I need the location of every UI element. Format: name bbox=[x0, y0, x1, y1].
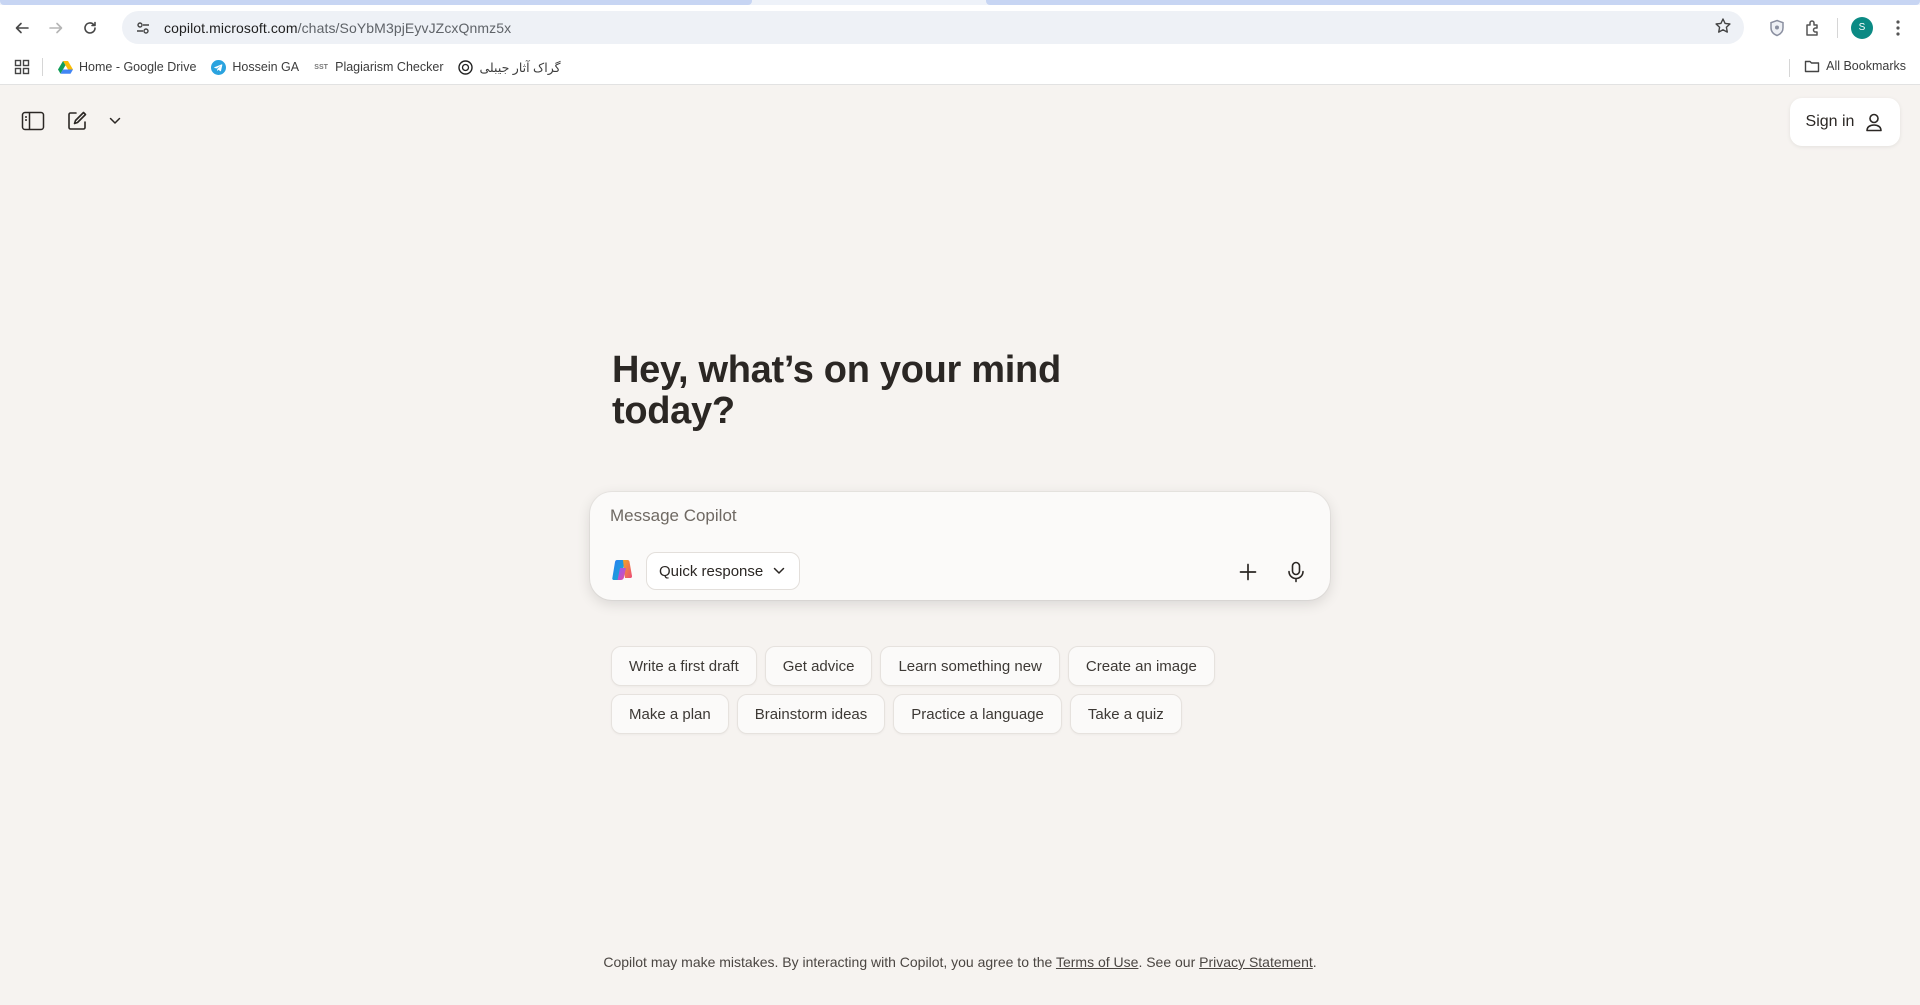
response-mode-dropdown[interactable]: Quick response bbox=[646, 552, 801, 590]
disclaimer-text: Copilot may make mistakes. By interactin… bbox=[603, 954, 1053, 970]
chevron-down-icon bbox=[773, 567, 785, 574]
suggestion-chip[interactable]: Learn something new bbox=[880, 646, 1060, 686]
suggestion-chip[interactable]: Create an image bbox=[1067, 646, 1215, 686]
bookmark-label: Hossein GA bbox=[232, 60, 300, 74]
browser-menu-button[interactable] bbox=[1880, 10, 1916, 46]
suggestion-chip[interactable]: Write a first draft bbox=[611, 646, 757, 686]
bookmarks-bar: Home - Google Drive Hossein GA SST Plagi… bbox=[0, 50, 1920, 85]
profile-button[interactable]: S bbox=[1844, 10, 1880, 46]
new-chat-options-button[interactable] bbox=[106, 106, 124, 136]
bookmark-star-icon[interactable] bbox=[1714, 17, 1732, 40]
privacy-statement-link[interactable]: Privacy Statement bbox=[1199, 954, 1313, 970]
apps-grid-icon bbox=[14, 59, 30, 75]
copilot-page: Sign in Hey, what’s on your mind today? … bbox=[0, 86, 1920, 1005]
bookmark-ghibli[interactable]: گراک آثار جیبلی bbox=[457, 59, 561, 75]
reload-button[interactable] bbox=[73, 11, 107, 45]
message-input[interactable] bbox=[610, 506, 1290, 526]
chevron-down-icon bbox=[109, 117, 121, 124]
bookmarks-divider bbox=[42, 58, 43, 76]
sst-icon: SST bbox=[314, 63, 328, 71]
top-left-toolbar bbox=[18, 106, 124, 136]
arrow-left-icon bbox=[15, 22, 29, 33]
suggestion-chip[interactable]: Take a quiz bbox=[1069, 694, 1182, 734]
new-chat-button[interactable] bbox=[62, 106, 92, 136]
bookmark-google-drive[interactable]: Home - Google Drive bbox=[57, 59, 196, 75]
url-path: /chats/SoYbM3pjEyvJZcxQnmz5x bbox=[297, 19, 512, 36]
disclaimer-footer: Copilot may make mistakes. By interactin… bbox=[0, 954, 1920, 970]
address-bar[interactable]: copilot.microsoft.com/chats/SoYbM3pjEyvJ… bbox=[122, 11, 1744, 44]
disclaimer-text: . bbox=[1312, 954, 1317, 970]
suggestion-row: Make a plan Brainstorm ideas Practice a … bbox=[611, 694, 1311, 734]
bookmark-plagiarism-checker[interactable]: SST Plagiarism Checker bbox=[313, 59, 443, 75]
add-attachment-button[interactable] bbox=[1232, 556, 1264, 588]
url-text: copilot.microsoft.com/chats/SoYbM3pjEyvJ… bbox=[164, 20, 511, 36]
copilot-logo-icon bbox=[612, 560, 633, 580]
suggestion-chip[interactable]: Get advice bbox=[764, 646, 873, 686]
sign-in-button[interactable]: Sign in bbox=[1790, 98, 1900, 146]
browser-toolbar: copilot.microsoft.com/chats/SoYbM3pjEyvJ… bbox=[0, 5, 1920, 50]
forward-button[interactable] bbox=[39, 11, 73, 45]
disclaimer-text: . See our bbox=[1138, 954, 1196, 970]
bookmark-label: Home - Google Drive bbox=[79, 60, 197, 74]
page-title: Hey, what’s on your mind today? bbox=[612, 349, 1061, 432]
toggle-sidebar-button[interactable] bbox=[18, 106, 48, 136]
bookmark-label: گراک آثار جیبلی bbox=[479, 60, 561, 75]
extensions-puzzle-icon[interactable] bbox=[1795, 10, 1831, 46]
suggestion-chips: Write a first draft Get advice Learn som… bbox=[611, 646, 1311, 742]
sign-in-label: Sign in bbox=[1805, 113, 1855, 130]
bookmark-label: Plagiarism Checker bbox=[335, 60, 444, 74]
terms-of-use-link[interactable]: Terms of Use bbox=[1056, 954, 1138, 970]
voice-input-button[interactable] bbox=[1280, 556, 1312, 588]
google-drive-icon bbox=[57, 59, 73, 75]
toolbar-right: S bbox=[1759, 5, 1920, 50]
extension-shield-icon[interactable] bbox=[1759, 10, 1795, 46]
site-info-icon[interactable] bbox=[132, 17, 154, 39]
user-icon bbox=[1866, 113, 1883, 132]
all-bookmarks-label: All Bookmarks bbox=[1826, 59, 1906, 73]
suggestion-chip[interactable]: Make a plan bbox=[611, 694, 729, 734]
arrow-right-icon bbox=[49, 22, 63, 33]
bookmark-hossein-ga[interactable]: Hossein GA bbox=[210, 59, 299, 75]
apps-button[interactable] bbox=[14, 59, 30, 75]
suggestion-chip[interactable]: Brainstorm ideas bbox=[736, 694, 886, 734]
compose-icon bbox=[68, 111, 87, 130]
openai-icon bbox=[457, 59, 473, 75]
all-bookmarks-button[interactable]: All Bookmarks bbox=[1804, 58, 1906, 74]
toolbar-divider bbox=[1837, 17, 1838, 38]
back-button[interactable] bbox=[5, 11, 39, 45]
telegram-icon bbox=[210, 59, 226, 75]
url-host: copilot.microsoft.com bbox=[164, 19, 298, 36]
more-vertical-icon bbox=[1896, 19, 1900, 36]
suggestion-chip[interactable]: Practice a language bbox=[893, 694, 1062, 734]
bookmarks-divider bbox=[1789, 59, 1790, 77]
folder-icon bbox=[1804, 58, 1820, 74]
suggestion-row: Write a first draft Get advice Learn som… bbox=[611, 646, 1311, 686]
sidebar-icon bbox=[21, 111, 45, 131]
reload-icon bbox=[84, 21, 96, 34]
plus-icon bbox=[1239, 563, 1257, 581]
response-mode-label: Quick response bbox=[659, 562, 764, 580]
message-composer: Quick response bbox=[590, 492, 1330, 600]
microphone-icon bbox=[1288, 561, 1304, 583]
profile-avatar: S bbox=[1851, 16, 1873, 39]
